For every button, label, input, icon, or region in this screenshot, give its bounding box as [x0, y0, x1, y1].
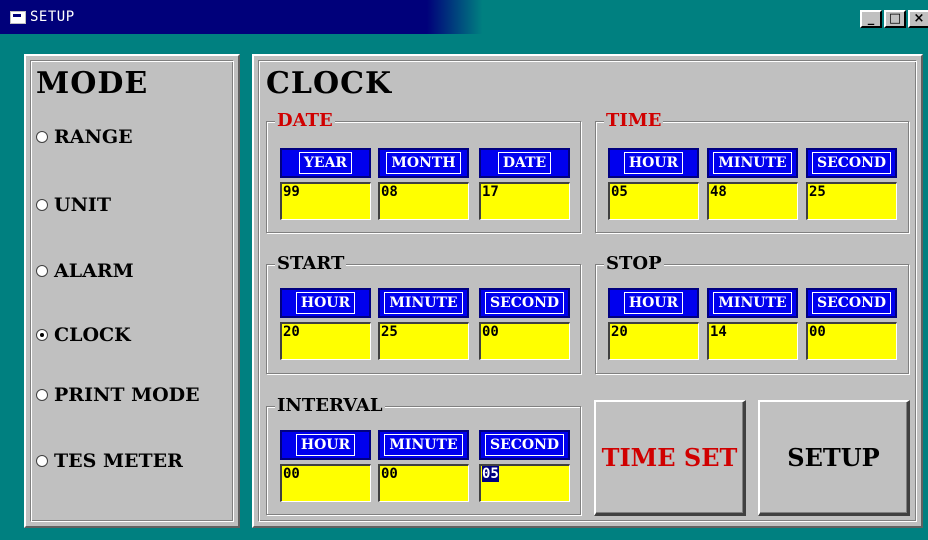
mode-title: MODE	[36, 66, 149, 101]
interval-hour-label: HOUR	[280, 430, 371, 460]
time-second-field[interactable]: 25	[806, 182, 897, 220]
window-title: SETUP	[30, 9, 75, 25]
field-label-text: SECOND	[484, 434, 565, 456]
title-bar: SETUP _ □ ×	[0, 0, 928, 34]
stop-hour-field[interactable]: 20	[608, 322, 699, 360]
radio-button-icon[interactable]	[36, 455, 48, 467]
interval-minute-field[interactable]: 00	[378, 464, 469, 502]
maximize-button[interactable]: □	[884, 10, 906, 28]
selected-text: 05	[482, 466, 499, 482]
field-label-text: HOUR	[295, 434, 356, 456]
stop-minute-label: MINUTE	[707, 288, 798, 318]
stop-second-field[interactable]: 00	[806, 322, 897, 360]
field-label-text: MINUTE	[384, 434, 463, 456]
field-label-text: HOUR	[623, 292, 684, 314]
start-second-label: SECOND	[479, 288, 570, 318]
radio-clock[interactable]: CLOCK	[36, 322, 131, 348]
radio-label: CLOCK	[54, 324, 131, 346]
window-icon[interactable]	[10, 11, 26, 24]
date-year-label: YEAR	[280, 148, 371, 178]
start-minute-label: MINUTE	[378, 288, 469, 318]
time-hour-field[interactable]: 05	[608, 182, 699, 220]
stop-minute-field[interactable]: 14	[707, 322, 798, 360]
field-label-text: MINUTE	[713, 152, 792, 174]
clock-title: CLOCK	[266, 66, 393, 101]
start-hour-label: HOUR	[280, 288, 371, 318]
setup-button[interactable]: SETUP	[758, 400, 910, 516]
radio-tes-meter[interactable]: TES METER	[36, 448, 183, 474]
field-label-text: YEAR	[298, 152, 353, 174]
field-label-text: SECOND	[811, 152, 892, 174]
date-year-field[interactable]: 99	[280, 182, 371, 220]
radio-print-mode[interactable]: PRINT MODE	[36, 382, 200, 408]
interval-second-label: SECOND	[479, 430, 570, 460]
interval-minute-label: MINUTE	[378, 430, 469, 460]
radio-button-icon[interactable]	[36, 131, 48, 143]
time-minute-label: MINUTE	[707, 148, 798, 178]
radio-button-icon[interactable]	[36, 389, 48, 401]
date-month-label: MONTH	[378, 148, 469, 178]
field-label-text: MONTH	[386, 152, 461, 174]
field-label-text: HOUR	[623, 152, 684, 174]
interval-hour-field[interactable]: 00	[280, 464, 371, 502]
radio-button-selected-icon[interactable]	[36, 329, 48, 341]
radio-range[interactable]: RANGE	[36, 124, 133, 150]
stop-group-label: STOP	[604, 253, 664, 274]
start-group-label: START	[275, 253, 347, 274]
radio-button-icon[interactable]	[36, 265, 48, 277]
stop-hour-label: HOUR	[608, 288, 699, 318]
field-label-text: HOUR	[295, 292, 356, 314]
field-label-text: DATE	[497, 152, 552, 174]
stop-second-label: SECOND	[806, 288, 897, 318]
interval-group-label: INTERVAL	[275, 395, 385, 416]
field-label-text: MINUTE	[384, 292, 463, 314]
radio-label: RANGE	[54, 126, 133, 148]
field-label-text: SECOND	[811, 292, 892, 314]
date-group-label: DATE	[275, 110, 335, 131]
date-day-field[interactable]: 17	[479, 182, 570, 220]
field-label-text: SECOND	[484, 292, 565, 314]
date-month-field[interactable]: 08	[378, 182, 469, 220]
radio-button-icon[interactable]	[36, 199, 48, 211]
time-minute-field[interactable]: 48	[707, 182, 798, 220]
minimize-button[interactable]: _	[860, 10, 882, 28]
radio-alarm[interactable]: ALARM	[36, 258, 134, 284]
date-day-label: DATE	[479, 148, 570, 178]
radio-label: PRINT MODE	[54, 384, 200, 406]
radio-label: UNIT	[54, 194, 111, 216]
start-minute-field[interactable]: 25	[378, 322, 469, 360]
close-button[interactable]: ×	[908, 10, 928, 28]
radio-label: TES METER	[54, 450, 183, 472]
start-hour-field[interactable]: 20	[280, 322, 371, 360]
radio-label: ALARM	[54, 260, 134, 282]
time-set-button[interactable]: TIME SET	[594, 400, 746, 516]
interval-second-field[interactable]: 05	[479, 464, 570, 502]
field-label-text: MINUTE	[713, 292, 792, 314]
time-group-label: TIME	[604, 110, 664, 131]
start-second-field[interactable]: 00	[479, 322, 570, 360]
mode-panel: MODE RANGE UNIT ALARM CLOCK PRINT MODE T…	[24, 54, 240, 528]
time-second-label: SECOND	[806, 148, 897, 178]
radio-unit[interactable]: UNIT	[36, 192, 111, 218]
time-hour-label: HOUR	[608, 148, 699, 178]
